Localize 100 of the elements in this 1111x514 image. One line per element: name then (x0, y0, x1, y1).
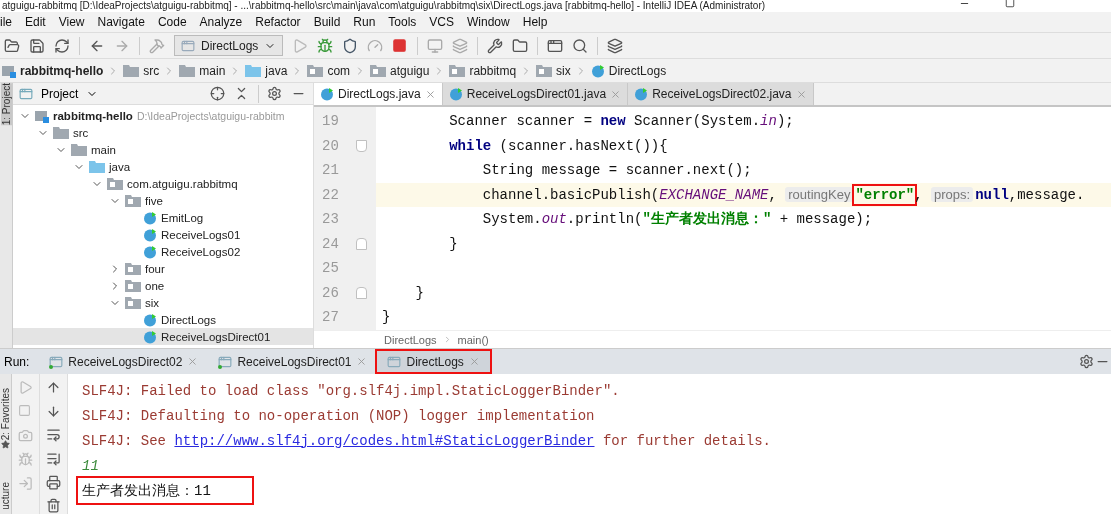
close-icon[interactable] (468, 356, 480, 367)
close-icon[interactable] (610, 88, 622, 100)
tree-item[interactable]: java (13, 158, 313, 175)
settings-icon[interactable] (1079, 353, 1095, 370)
locate-icon[interactable] (210, 85, 226, 102)
folder-icon (71, 143, 87, 156)
breadcrumb-item[interactable]: rabbitmq (469, 63, 517, 78)
console-link[interactable]: http://www.slf4j.org/codes.html#StaticLoggerBinder (174, 432, 595, 449)
menu-item[interactable]: Analyze (199, 15, 243, 29)
class-icon (634, 87, 649, 101)
login-icon[interactable] (17, 476, 34, 492)
panel-title[interactable]: Project (41, 86, 79, 101)
package-icon (125, 262, 141, 275)
tree-item[interactable]: four (13, 260, 313, 277)
window-title: atguigu-rabbitmq [D:\IdeaProjects\atguigu-rabbitmq] - ...\rabbitmq-hello\src\main\java\com\atguigu\rabbitmq\six\DirectLogs.java [rabbitmq-hello] - IntelliJ IDEA (Administrator) (2, 1, 767, 11)
run-tab[interactable]: DirectLogs (377, 351, 490, 372)
structure-side-tab[interactable]: ucture (0, 482, 11, 510)
breadcrumb-item[interactable]: rabbitmq-hello (20, 63, 104, 78)
menu-item[interactable]: Code (157, 15, 187, 29)
breadcrumb-item[interactable]: java (265, 63, 288, 78)
run-config-dropdown[interactable]: DirectLogs (174, 35, 284, 56)
menu-item[interactable]: Refactor (255, 15, 301, 29)
breadcrumb-item[interactable]: six (556, 63, 571, 78)
menu-item[interactable]: Run (353, 15, 376, 29)
module-icon (35, 108, 49, 123)
code-line: } (414, 284, 424, 301)
fold-marker[interactable] (356, 286, 367, 299)
tree-item[interactable]: six (13, 294, 313, 311)
tree-item[interactable]: com.atguigu.rabbitmq (13, 175, 313, 192)
menu-item[interactable]: Edit (25, 15, 46, 29)
menu-item[interactable]: ile (0, 15, 12, 29)
down-icon[interactable] (45, 403, 62, 420)
close-icon[interactable] (356, 356, 368, 367)
tree-label: com.atguigu.rabbitmq (127, 177, 238, 190)
fold-marker[interactable] (356, 237, 367, 250)
open-folder-icon[interactable] (4, 37, 20, 54)
up-icon[interactable] (45, 380, 62, 396)
layers-icon[interactable] (607, 37, 624, 54)
soft-wrap-icon[interactable] (45, 427, 62, 443)
run-icon[interactable] (292, 37, 309, 54)
close-icon[interactable] (795, 88, 807, 100)
hammer-icon[interactable] (149, 37, 165, 54)
tree-item[interactable]: DirectLogs (13, 311, 313, 328)
breadcrumb-item[interactable]: src (143, 63, 160, 78)
code-line: Scanner scanner = new Scanner(System.in); (448, 113, 794, 130)
tree-item[interactable]: src (13, 124, 313, 141)
close-icon[interactable] (187, 356, 199, 367)
folder-icon[interactable] (512, 37, 529, 54)
tree-item[interactable]: rabbitmq-hello D:\IdeaProjects\atguigu-rabbitm (13, 107, 313, 124)
settings-icon[interactable] (267, 85, 283, 102)
search-icon[interactable] (572, 37, 589, 54)
code-breadcrumb[interactable]: DirectLogs (384, 333, 437, 346)
menu-item[interactable]: Build (313, 15, 341, 29)
code-line: String message = scanner.next(); (481, 162, 752, 179)
editor-tab[interactable]: ReceiveLogsDirect01.java (442, 83, 629, 105)
debug-icon[interactable] (317, 37, 334, 54)
stop-icon[interactable] (392, 37, 409, 54)
rerun-icon[interactable] (17, 380, 34, 396)
scroll-end-icon[interactable] (45, 451, 62, 467)
tree-item[interactable]: ReceiveLogs01 (13, 226, 313, 243)
breadcrumb-item[interactable]: main (199, 63, 226, 78)
tree-item[interactable]: main (13, 141, 313, 158)
settings-icon[interactable] (487, 37, 504, 54)
menu-item[interactable]: Tools (388, 15, 417, 29)
menu-item[interactable]: Help (522, 15, 548, 29)
tree-label: ReceiveLogsDirect01 (161, 330, 271, 343)
run-tab[interactable]: ReceiveLogsDirect02 (39, 351, 209, 372)
editor-tab[interactable]: ReceiveLogsDirect02.java (628, 83, 814, 105)
save-icon[interactable] (29, 37, 45, 54)
menu-item[interactable]: Window (467, 15, 510, 29)
menu-item[interactable]: Navigate (97, 15, 145, 29)
tree-item[interactable]: ReceiveLogsDirect01 (13, 328, 313, 345)
close-icon[interactable] (424, 88, 436, 100)
debug-icon[interactable] (17, 452, 34, 468)
editor-tab[interactable]: DirectLogs.java (314, 83, 443, 105)
breadcrumb-item[interactable]: DirectLogs (608, 63, 667, 78)
trash-icon[interactable] (45, 498, 62, 514)
code-line: System.out.println("生产者发出消息：" + message); (481, 210, 873, 229)
tree-item[interactable]: five (13, 192, 313, 209)
menu-item[interactable]: VCS (429, 15, 455, 29)
coverage-icon[interactable] (342, 37, 359, 54)
project-side-tab[interactable]: 1: Project (0, 83, 12, 126)
breadcrumb-item[interactable]: com (327, 63, 351, 78)
terminal-icon[interactable] (547, 37, 564, 54)
tree-item[interactable]: ReceiveLogs02 (13, 243, 313, 260)
run-tab[interactable]: ReceiveLogsDirect01 (208, 351, 378, 372)
tree-item[interactable]: EmitLog (13, 209, 313, 226)
monitor-icon[interactable] (427, 37, 444, 54)
print-icon[interactable] (45, 474, 62, 491)
code-breadcrumb[interactable]: main() (457, 333, 489, 346)
star-icon (1, 440, 10, 450)
sync-icon[interactable] (54, 37, 70, 54)
camera-icon[interactable] (17, 428, 34, 444)
tree-item[interactable]: one (13, 277, 313, 294)
breadcrumb-item[interactable]: atguigu (390, 63, 430, 78)
profile-icon[interactable] (367, 37, 384, 54)
favorites-side-tab[interactable]: 2: Favorites (0, 388, 11, 441)
fold-marker[interactable] (356, 139, 367, 152)
class-icon (143, 227, 157, 242)
menu-item[interactable]: View (58, 15, 85, 29)
